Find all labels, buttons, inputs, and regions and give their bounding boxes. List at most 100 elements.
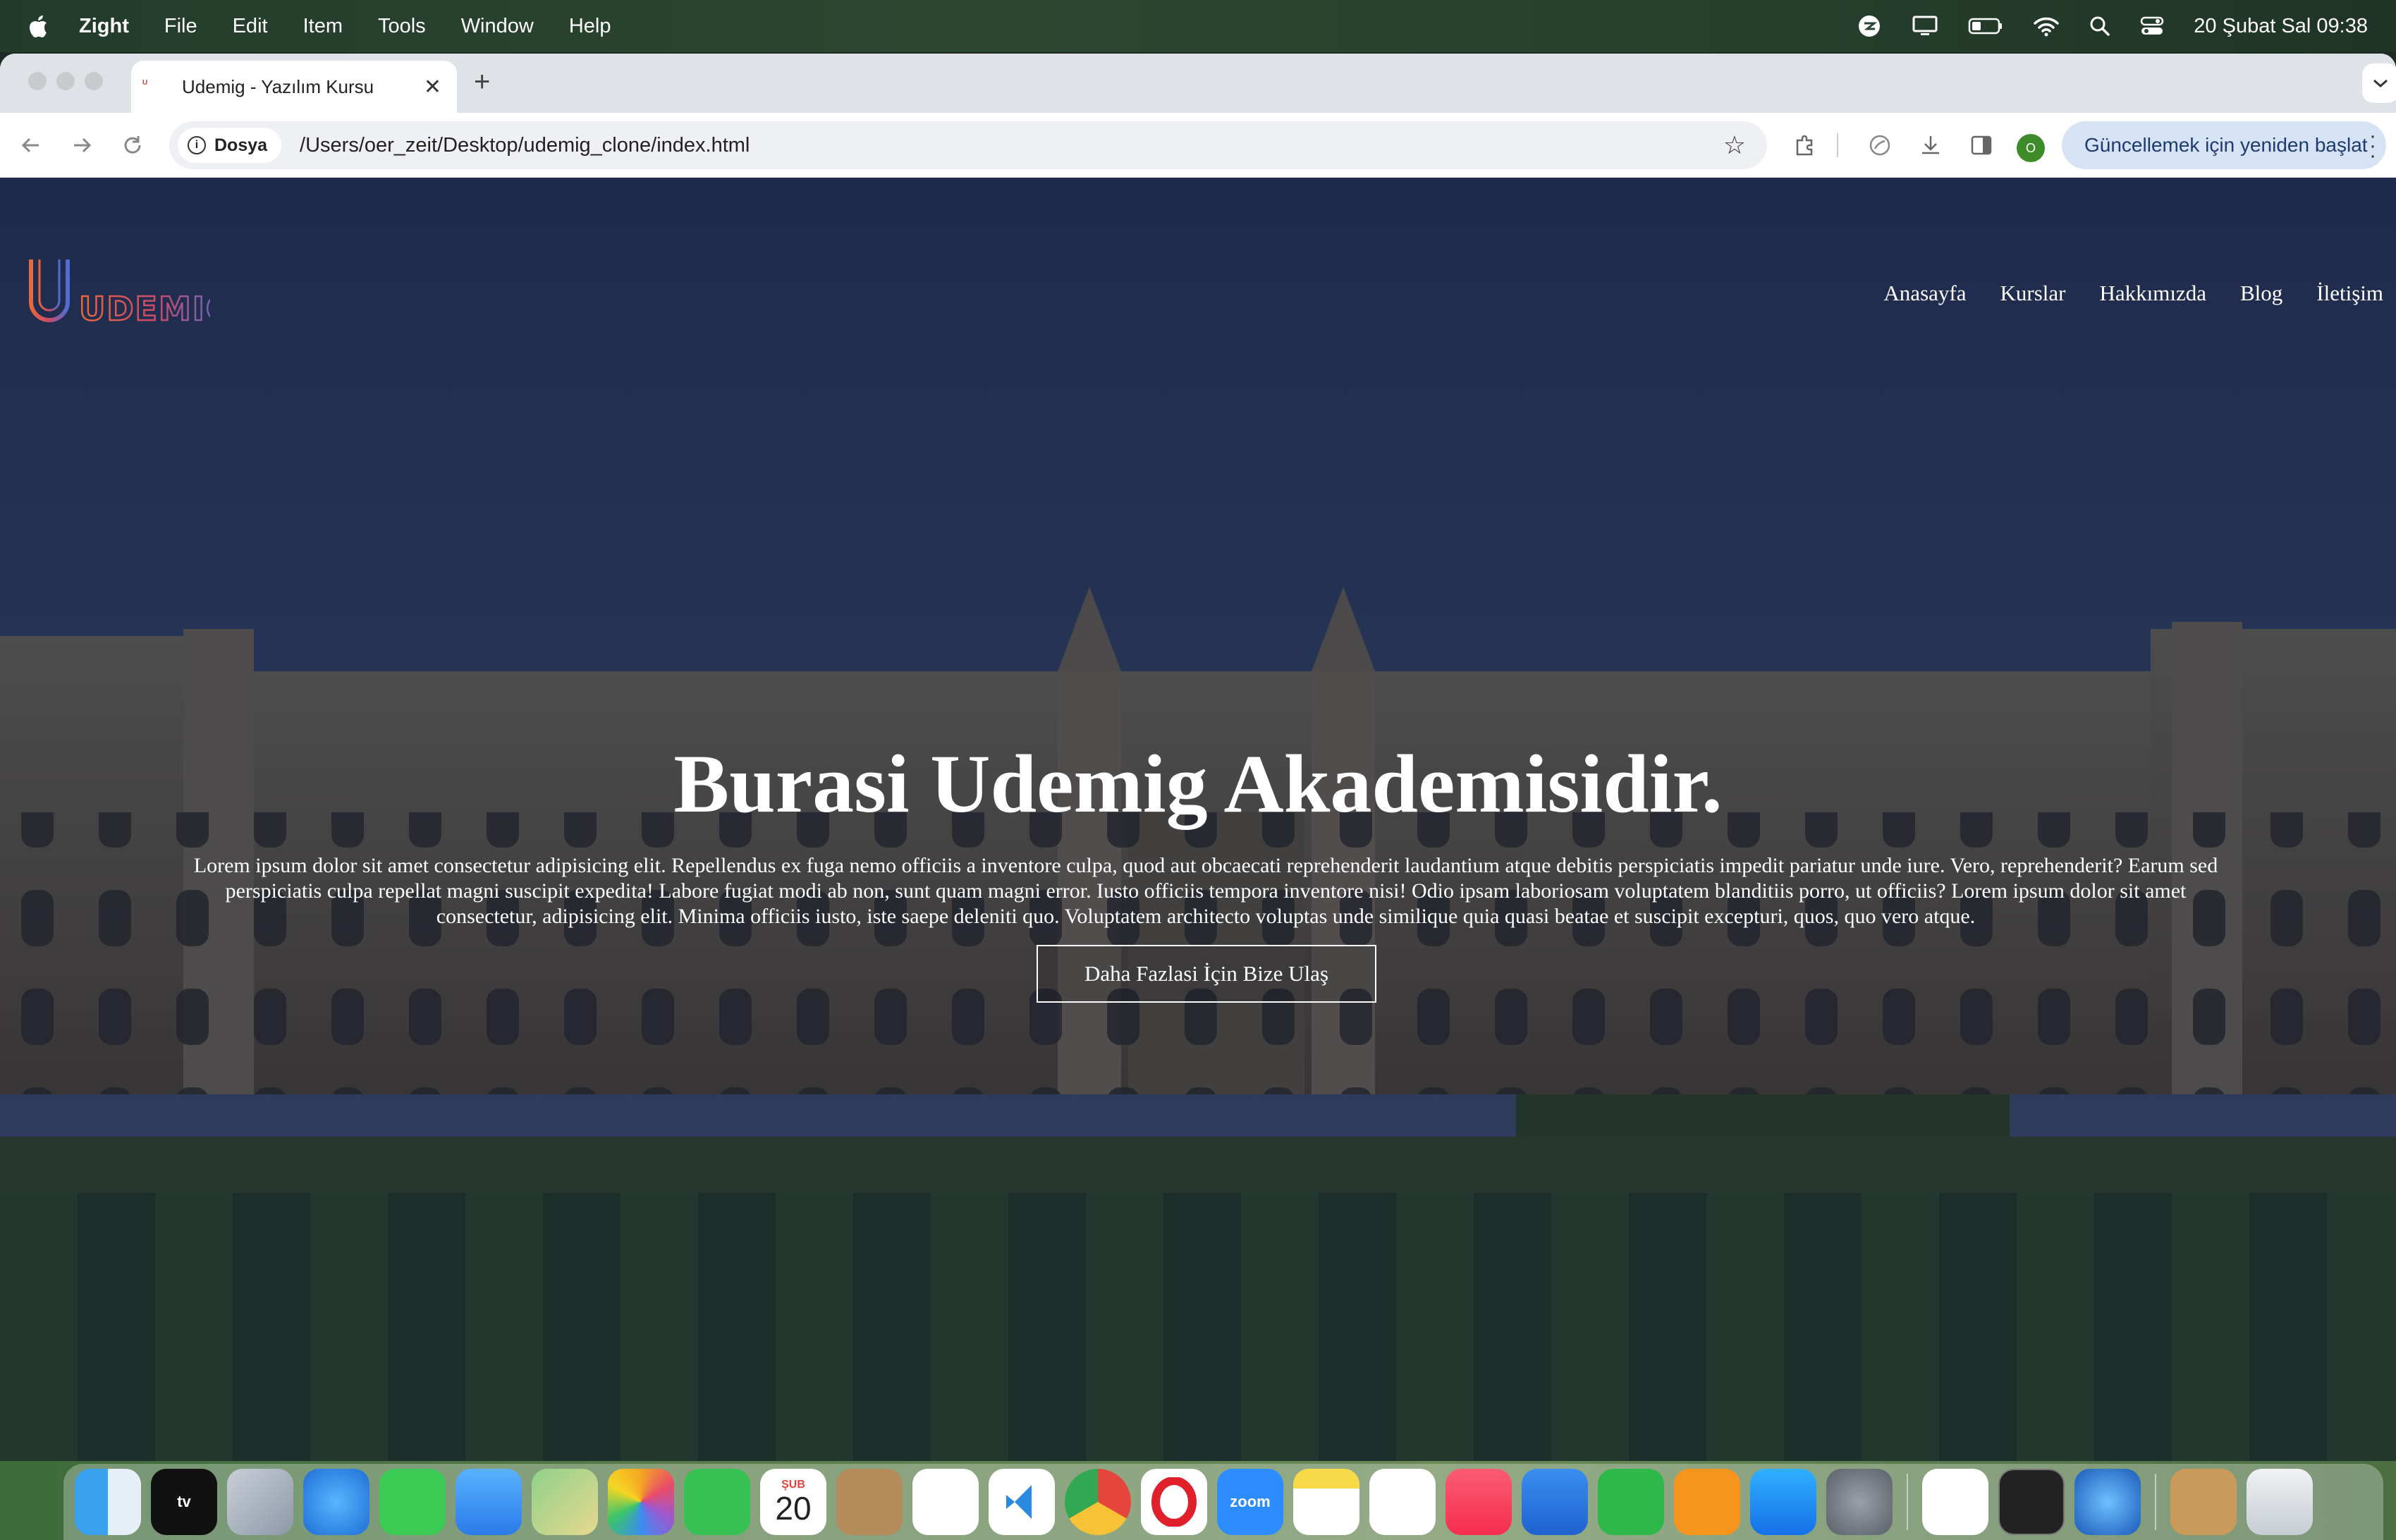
hero-title: Burasi Udemig Akademisidir. — [673, 738, 1723, 830]
music-icon[interactable] — [1445, 1469, 1512, 1535]
zoom-icon[interactable]: zoom — [1217, 1469, 1283, 1535]
notes-icon[interactable] — [1293, 1469, 1359, 1535]
site-info-chip[interactable]: i Dosya — [178, 128, 282, 163]
menu-file[interactable]: File — [164, 15, 197, 38]
window-close-button[interactable] — [28, 72, 47, 90]
menu-bar: Zight File Edit Item Tools Window Help 2… — [0, 0, 2396, 52]
nav-link-blog[interactable]: Blog — [2240, 281, 2282, 306]
web-page: UDEMIG Anasayfa Kurslar Hakkımızda Blog … — [0, 178, 2396, 1461]
tab-strip: U Udemig - Yazılım Kursu ✕ + — [0, 54, 2396, 113]
control-center-icon[interactable] — [2140, 16, 2164, 37]
new-tab-icon[interactable]: + — [474, 66, 490, 98]
bookmark-star-icon[interactable]: ☆ — [1723, 130, 1746, 160]
dock: tv ŞUB 20 zoom — [63, 1464, 2383, 1540]
launchpad-icon[interactable] — [227, 1469, 293, 1535]
url-text[interactable]: /Users/oer_zeit/Desktop/udemig_clone/ind… — [300, 134, 1723, 157]
hero-paragraph: Lorem ipsum dolor sit amet consectetur a… — [193, 854, 2218, 928]
browser-toolbar: i Dosya /Users/oer_zeit/Desktop/udemig_c… — [0, 113, 2396, 178]
freeform-icon[interactable] — [1369, 1469, 1436, 1535]
forward-button[interactable] — [65, 128, 99, 162]
update-label: Güncellemek için yeniden başlat — [2084, 134, 2368, 156]
tab-close-icon[interactable]: ✕ — [424, 75, 441, 99]
puzzle-icon — [1796, 135, 1813, 156]
facetime-icon[interactable] — [684, 1469, 750, 1535]
apple-tv-label: tv — [177, 1493, 191, 1510]
site-info-label: Dosya — [214, 135, 268, 155]
app-store-icon[interactable] — [1750, 1469, 1816, 1535]
zight-status-icon[interactable] — [1857, 13, 1882, 39]
keynote-icon[interactable] — [1522, 1469, 1588, 1535]
browser-window: U Udemig - Yazılım Kursu ✕ + i Dosya /Us… — [0, 54, 2396, 1461]
menu-tools[interactable]: Tools — [378, 15, 426, 38]
menu-help[interactable]: Help — [569, 15, 611, 38]
system-settings-icon[interactable] — [1826, 1469, 1893, 1535]
contact-cta-button[interactable]: Daha Fazlasi İçin Bize Ulaş — [1037, 945, 1376, 1003]
contacts-icon[interactable] — [836, 1469, 903, 1535]
archive-icon[interactable] — [2170, 1469, 2237, 1535]
opera-logo-icon — [1151, 1477, 1197, 1527]
opera-icon[interactable] — [1141, 1469, 1207, 1535]
menu-window[interactable]: Window — [461, 15, 534, 38]
window-zoom-button[interactable] — [85, 72, 103, 90]
nav-link-hakkimizda[interactable]: Hakkımızda — [2099, 281, 2206, 306]
download-icon — [1922, 136, 1939, 154]
wifi-icon[interactable] — [2033, 16, 2060, 37]
menu-item[interactable]: Item — [303, 15, 343, 38]
vscode-icon[interactable] — [989, 1469, 1055, 1535]
downloads-button[interactable] — [1914, 128, 1948, 162]
more-menu-icon[interactable]: · · · — [2369, 126, 2376, 166]
reload-icon — [124, 136, 141, 154]
quicktime-icon[interactable] — [2074, 1469, 2141, 1535]
calendar-icon[interactable]: ŞUB 20 — [760, 1469, 826, 1535]
extensions-button[interactable] — [1788, 128, 1822, 162]
menu-clock[interactable]: 20 Şubat Sal 09:38 — [2194, 15, 2368, 38]
browser-tab[interactable]: U Udemig - Yazılım Kursu ✕ — [131, 61, 457, 113]
udemig-logo-icon: UDEMIG — [29, 259, 233, 329]
chevron-down-icon — [2373, 79, 2388, 88]
numbers-icon[interactable] — [1598, 1469, 1664, 1535]
safari-icon[interactable] — [303, 1469, 369, 1535]
finder-icon[interactable] — [75, 1469, 141, 1535]
maps-icon[interactable] — [532, 1469, 598, 1535]
photos-icon[interactable] — [608, 1469, 674, 1535]
logo-text: UDEMIG — [79, 290, 210, 328]
nav-link-kurslar[interactable]: Kurslar — [2000, 281, 2065, 306]
window-minimize-button[interactable] — [56, 72, 75, 90]
dock-separator — [2155, 1474, 2156, 1530]
spotlight-search-icon[interactable] — [2089, 16, 2110, 37]
menu-edit[interactable]: Edit — [233, 15, 268, 38]
leaf-icon — [1869, 135, 1890, 156]
reminders-icon[interactable] — [912, 1469, 979, 1535]
mail-icon[interactable] — [456, 1469, 522, 1535]
messages-icon[interactable] — [379, 1469, 446, 1535]
reload-button[interactable] — [116, 128, 149, 162]
extension-button[interactable] — [1863, 128, 1897, 162]
battery-icon[interactable] — [1968, 17, 2003, 35]
calendar-day: 20 — [775, 1490, 812, 1527]
apple-tv-icon[interactable]: tv — [151, 1469, 217, 1535]
back-button[interactable] — [14, 128, 48, 162]
trash-icon[interactable] — [2247, 1469, 2313, 1535]
address-bar[interactable]: i Dosya /Users/oer_zeit/Desktop/udemig_c… — [169, 121, 1767, 169]
side-panel-icon — [1971, 135, 1992, 155]
chrome-icon[interactable] — [1065, 1469, 1131, 1535]
nav-link-iletisim[interactable]: İletişim — [2316, 281, 2383, 306]
tab-search-button[interactable] — [2362, 63, 2396, 103]
info-icon: i — [188, 136, 206, 154]
display-icon[interactable] — [1912, 15, 1938, 37]
pages-icon[interactable] — [1674, 1469, 1740, 1535]
apple-icon[interactable] — [28, 15, 48, 37]
back-arrow-icon — [21, 138, 39, 153]
zight-icon[interactable] — [1922, 1469, 1988, 1535]
site-nav: Anasayfa Kurslar Hakkımızda Blog İletişi… — [1883, 281, 2383, 306]
zoom-label: zoom — [1230, 1493, 1271, 1510]
side-panel-button[interactable] — [1964, 128, 1998, 162]
vscode-logo-icon — [1006, 1485, 1032, 1519]
nav-link-anasayfa[interactable]: Anasayfa — [1883, 281, 1966, 306]
menu-app-name[interactable]: Zight — [79, 15, 129, 38]
update-restart-button[interactable]: Güncellemek için yeniden başlat · · · — [2062, 121, 2386, 169]
profile-avatar[interactable]: O — [2017, 134, 2045, 162]
terminal-icon[interactable] — [1998, 1469, 2065, 1535]
site-logo[interactable]: UDEMIG — [25, 255, 233, 332]
toolbar-divider — [1836, 128, 1839, 162]
